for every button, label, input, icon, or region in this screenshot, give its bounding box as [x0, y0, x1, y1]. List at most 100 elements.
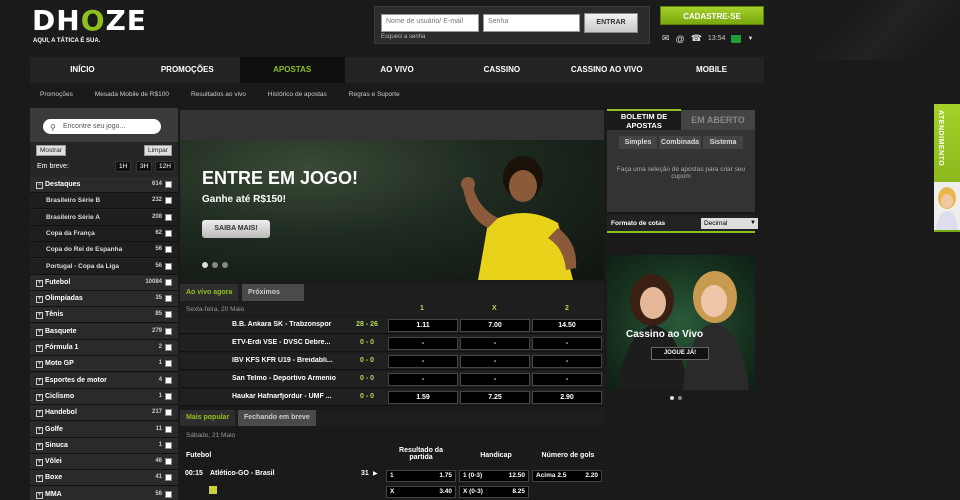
stats-icon[interactable] [209, 486, 217, 494]
tab-system[interactable]: Sistema [703, 136, 743, 149]
expand-icon[interactable]: + [36, 296, 43, 304]
sport-item[interactable]: + Ciclismo 1 [30, 388, 178, 405]
match-teams[interactable]: San Telmo - Deportivo Armenio [232, 375, 342, 382]
tab-upcoming[interactable]: Próximos [242, 284, 304, 301]
sport-checkbox[interactable] [165, 376, 172, 384]
odd-away[interactable]: - [532, 355, 602, 368]
sport-checkbox[interactable] [165, 213, 172, 221]
odd-home[interactable]: 1.11 [388, 319, 458, 332]
tab-combined[interactable]: Combinada [659, 136, 701, 149]
expand-icon[interactable]: + [36, 345, 43, 352]
filter-3h[interactable]: 3H [136, 161, 153, 172]
sport-item[interactable]: + Boxe 41 [30, 470, 178, 487]
nav-promocoes[interactable]: PROMOÇÕES [135, 57, 240, 83]
odd-draw[interactable]: 7.25 [460, 391, 530, 404]
odd-draw[interactable]: - [460, 355, 530, 368]
more-markets-count[interactable]: 31 [361, 470, 369, 477]
nav-ao-vivo[interactable]: AO VIVO [345, 57, 450, 83]
filter-12h[interactable]: 12H [155, 161, 175, 172]
brazil-flag-icon[interactable] [731, 34, 742, 43]
odd-home[interactable]: - [388, 337, 458, 350]
tab-simple[interactable]: Simples [619, 136, 657, 149]
signup-button[interactable]: CADASTRE-SE [660, 6, 764, 25]
banner-dot[interactable] [202, 262, 208, 268]
filter-1h[interactable]: 1H [115, 161, 132, 172]
league-item[interactable]: Brasileiro Série A 208 [30, 209, 178, 226]
expand-icon[interactable]: + [36, 475, 43, 483]
sport-checkbox[interactable] [165, 474, 172, 482]
sport-checkbox[interactable] [165, 425, 172, 433]
sport-checkbox[interactable] [165, 246, 172, 254]
sport-checkbox[interactable] [165, 181, 172, 188]
expand-icon[interactable]: + [36, 279, 43, 287]
tab-most-popular[interactable]: Mais popular [180, 410, 236, 426]
live-match-row[interactable]: IBV KFS KFR U19 - Breidabli... 0 - 0--- [180, 353, 604, 370]
live-match-row[interactable]: ETV-Erdi VSE - DVSC Debre... 0 - 0--- [180, 335, 604, 352]
live-match-row[interactable]: San Telmo - Deportivo Armenio 0 - 0--- [180, 371, 604, 388]
odd-away[interactable]: 14.50 [532, 319, 602, 332]
show-button[interactable]: Mostrar [36, 145, 67, 156]
casino-dot[interactable] [670, 396, 674, 400]
sport-item[interactable]: + Esportes de motor 4 [30, 372, 178, 389]
odd-goals-1[interactable]: Acima 2.5 2.20 [532, 470, 602, 482]
tab-live-now[interactable]: Ao vivo agora [180, 284, 239, 301]
sport-checkbox[interactable] [165, 311, 172, 319]
live-casino-banner[interactable] [607, 255, 755, 390]
username-input[interactable]: Nome de usuário/ E-mail [381, 14, 479, 32]
clear-button[interactable]: Limpar [144, 145, 172, 156]
expand-icon[interactable]: + [36, 410, 43, 418]
sport-item[interactable]: + Handebol 217 [30, 405, 178, 422]
sport-checkbox[interactable] [165, 344, 172, 351]
tab-bet-slip[interactable]: BOLETIM DE APOSTAS [607, 109, 681, 130]
odd-draw[interactable]: - [460, 373, 530, 386]
sport-checkbox[interactable] [165, 490, 172, 498]
expand-icon[interactable]: + [36, 426, 43, 434]
chat-icon[interactable]: ✉ [662, 33, 670, 44]
expand-icon[interactable]: + [36, 442, 43, 450]
odd-draw[interactable]: 7.00 [460, 319, 530, 332]
odd-result-x[interactable]: X 3.40 [386, 486, 456, 498]
login-button[interactable]: ENTRAR [584, 13, 638, 33]
chevron-right-icon[interactable]: ▶ [373, 470, 378, 477]
banner-dot[interactable] [212, 262, 218, 268]
tab-closing-soon[interactable]: Fechando em breve [238, 410, 316, 426]
subnav-promocoes[interactable]: Promoções [30, 86, 83, 104]
sport-item[interactable]: + Tênis 85 [30, 307, 178, 324]
subnav-historico[interactable]: Histórico de apostas [256, 86, 337, 104]
sport-checkbox[interactable] [165, 278, 172, 286]
sport-item[interactable]: + Moto GP 1 [30, 356, 178, 373]
odd-home[interactable]: 1.59 [388, 391, 458, 404]
sport-checkbox[interactable] [165, 295, 172, 303]
expand-icon[interactable]: + [36, 328, 43, 336]
game-search-input[interactable]: ⚲ Encontre seu jogo... [43, 119, 161, 134]
odd-away[interactable]: - [532, 373, 602, 386]
live-match-row[interactable]: B.B. Ankara SK - Trabzonspor 28 - 26 1.11 7… [180, 317, 604, 334]
odd-away[interactable]: - [532, 337, 602, 350]
expand-icon[interactable]: + [36, 459, 43, 467]
casino-dot[interactable] [678, 396, 682, 400]
password-input[interactable]: Senha [483, 14, 580, 32]
sport-checkbox[interactable] [165, 229, 172, 237]
sport-item[interactable]: + MMA 56 [30, 486, 178, 500]
subnav-regras[interactable]: Regras e Suporte [337, 86, 410, 104]
sport-checkbox[interactable] [165, 409, 172, 417]
sport-checkbox[interactable] [165, 392, 172, 400]
sport-item[interactable]: + Vôlei 46 [30, 454, 178, 471]
subnav-mesada-mobile[interactable]: Mesada Mobile de R$100 [83, 86, 179, 104]
league-item[interactable]: Copa do Rei de Espanha 56 [30, 242, 178, 259]
odd-handicap-1[interactable]: 1 (0-3) 12.50 [459, 470, 529, 482]
sport-checkbox[interactable] [165, 458, 172, 466]
expand-icon[interactable]: + [36, 393, 43, 401]
league-item[interactable]: Portugal - Copa da Liga 56 [30, 258, 178, 275]
tab-open-bets[interactable]: EM ABERTO [681, 110, 755, 130]
match-name[interactable]: Atlético-GO - Brasil [210, 470, 275, 477]
sport-checkbox[interactable] [165, 327, 172, 335]
match-teams[interactable]: IBV KFS KFR U19 - Breidabli... [232, 357, 342, 364]
nav-inicio[interactable]: INÍCIO [30, 57, 135, 83]
collapse-icon[interactable]: − [36, 182, 43, 189]
match-teams[interactable]: Haukar Hafnarfjordur - UMF ... [232, 393, 342, 400]
nav-apostas[interactable]: APOSTAS [239, 57, 345, 83]
odd-result-1[interactable]: 1 1.75 [386, 470, 456, 482]
sport-item[interactable]: + Futebol 10084 [30, 274, 178, 291]
sport-checkbox[interactable] [165, 441, 172, 449]
